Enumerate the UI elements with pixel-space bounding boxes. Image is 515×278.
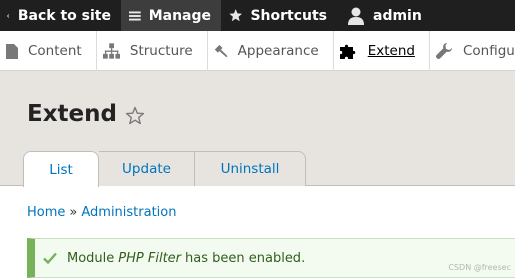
back-to-site-link[interactable]: Back to site (0, 0, 121, 31)
hamburger-icon (129, 10, 141, 21)
brush-icon (214, 44, 228, 57)
breadcrumb-home-link[interactable]: Home (27, 205, 65, 220)
tab-list[interactable]: List (23, 151, 99, 187)
breadcrumb-separator: » (69, 205, 78, 220)
menu-item-appearance[interactable]: Appearance (208, 31, 334, 71)
manage-tab[interactable]: Manage (121, 0, 221, 31)
puzzle-icon (339, 44, 355, 59)
page-header: Extend List Update Uninstall (0, 71, 515, 187)
star-outline-icon[interactable] (125, 106, 145, 125)
user-tab[interactable]: admin (337, 0, 432, 31)
primary-tabs: List Update Uninstall (23, 151, 306, 187)
user-label: admin (373, 7, 422, 24)
star-icon (229, 9, 243, 22)
shortcuts-tab[interactable]: Shortcuts (221, 0, 337, 31)
breadcrumb-administration-link[interactable]: Administration (81, 205, 176, 220)
status-message: Module PHP Filter has been enabled. (27, 238, 515, 278)
page-title-text: Extend (27, 101, 117, 127)
watermark: CSDN @freesec (448, 263, 511, 272)
manage-label: Manage (148, 7, 211, 24)
sitemap-icon (102, 43, 120, 59)
checkmark-icon (43, 252, 57, 264)
menu-item-content[interactable]: Content (0, 31, 97, 71)
wrench-icon (435, 42, 452, 59)
page-title: Extend (27, 101, 145, 127)
menu-item-extend-label: Extend (367, 43, 415, 59)
menu-item-configuration[interactable]: Configu (430, 31, 515, 71)
status-module-name: PHP Filter (118, 250, 182, 266)
file-icon (6, 43, 18, 59)
menu-item-appearance-label: Appearance (237, 43, 319, 59)
menu-item-structure[interactable]: Structure (97, 31, 208, 71)
admin-menu-tray: Content Structure Appearance Extend Conf… (0, 31, 515, 71)
person-icon (348, 7, 364, 25)
breadcrumb: Home » Administration (27, 205, 177, 220)
status-suffix: has been enabled. (185, 250, 306, 266)
menu-item-structure-label: Structure (129, 43, 193, 59)
chevron-left-icon (6, 13, 10, 18)
tab-update[interactable]: Update (99, 151, 195, 186)
shortcuts-label: Shortcuts (250, 7, 327, 24)
back-to-site-label: Back to site (17, 7, 111, 24)
admin-toolbar: Back to site Manage Shortcuts admin (0, 0, 515, 31)
menu-item-configuration-label: Configu (462, 43, 515, 59)
status-prefix: Module (67, 250, 115, 266)
tab-uninstall[interactable]: Uninstall (195, 151, 306, 186)
menu-item-content-label: Content (28, 43, 82, 59)
menu-item-extend[interactable]: Extend (334, 31, 430, 71)
